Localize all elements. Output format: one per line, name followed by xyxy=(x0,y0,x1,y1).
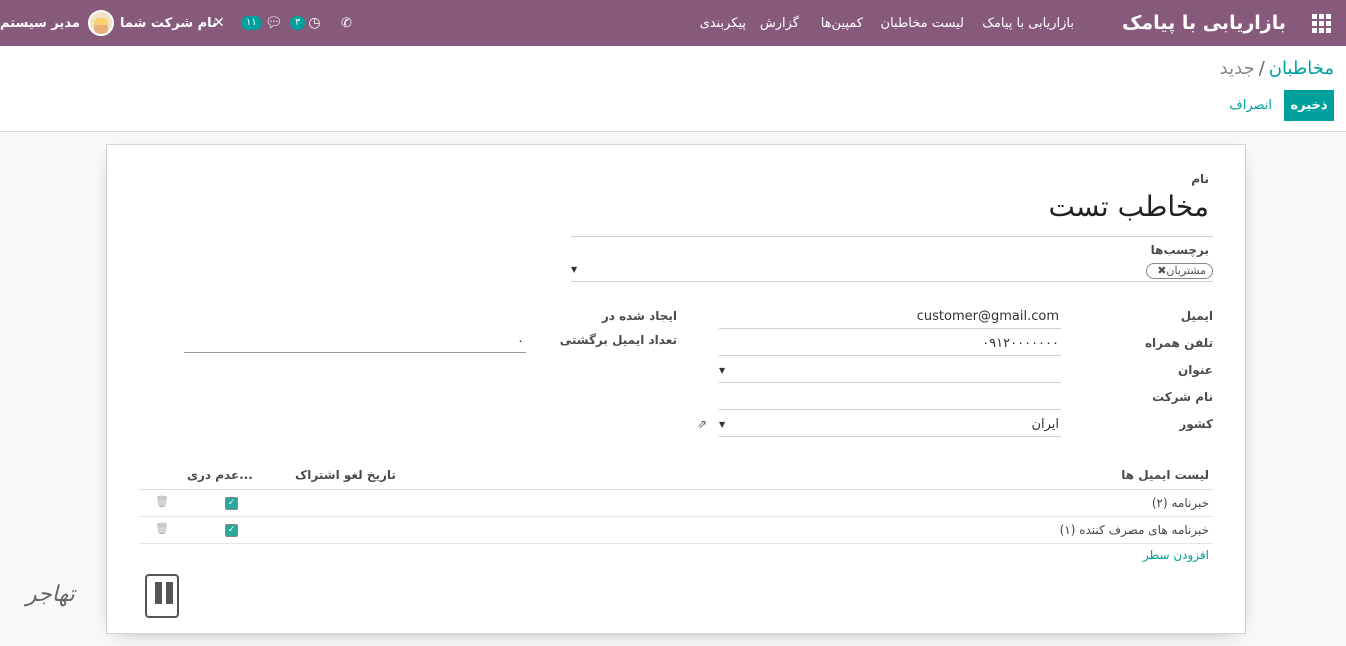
menu-contact-lists[interactable]: لیست مخاطبان xyxy=(881,0,964,46)
tools-icon[interactable]: ✕ xyxy=(213,0,225,46)
mailing-list-name: خبرنامه های مصرف کننده (۱) xyxy=(1059,523,1209,537)
mailing-lists-header: لیست ایمیل ها تاریخ لغو اشتراک عدم دری..… xyxy=(139,460,1213,490)
name-underline xyxy=(571,236,1213,237)
watermark-mark xyxy=(145,574,179,618)
country-select[interactable]: ▼ ایران xyxy=(719,412,1061,437)
bounce-label: تعداد ایمیل برگشتی xyxy=(559,333,677,347)
mailing-list-name: خبرنامه (۲) xyxy=(1151,496,1209,510)
tags-dropdown-icon[interactable]: ▼ xyxy=(571,265,577,274)
created-on-label: ایجاد شده در xyxy=(601,309,677,323)
table-row[interactable]: خبرنامه (۲) ✓ 🗑︎ xyxy=(139,490,1213,517)
form-sheet: نام مخاطب تست برچسب‌ها ✖مشتریان ▼ ایمیل … xyxy=(106,144,1246,634)
tags-label: برچسب‌ها xyxy=(1150,243,1209,257)
country-value: ایران xyxy=(1031,416,1059,432)
title-dropdown-icon[interactable]: ▼ xyxy=(719,366,725,375)
opt-out-checkbox[interactable]: ✓ xyxy=(225,524,238,537)
menu-reporting[interactable]: گزارش xyxy=(760,0,799,46)
top-navbar: بازاریابی با پیامک بازاریابی با پیامک لی… xyxy=(0,0,1346,46)
breadcrumb-parent[interactable]: مخاطبان xyxy=(1269,58,1334,79)
name-input[interactable]: مخاطب تست xyxy=(1048,190,1209,223)
menu-sms-marketing[interactable]: بازاریابی با پیامک xyxy=(982,0,1074,46)
control-panel: مخاطبان/جدید ذخیره انصراف xyxy=(0,46,1346,132)
external-link-icon[interactable]: ⇗ xyxy=(697,417,707,431)
messages-badge: ۱۱ xyxy=(241,16,262,30)
country-dropdown-icon[interactable]: ▼ xyxy=(719,420,725,429)
discard-button[interactable]: انصراف xyxy=(1229,90,1272,121)
name-label: نام xyxy=(1191,172,1209,186)
email-label: ایمیل xyxy=(1180,309,1213,323)
breadcrumb-separator: / xyxy=(1258,58,1265,79)
phone-icon[interactable]: ✆ xyxy=(341,0,352,46)
email-field[interactable]: customer@gmail.com xyxy=(719,304,1061,329)
chat-icon: 💬︎ xyxy=(264,15,283,31)
watermark-logo: تهاجر xyxy=(24,572,180,622)
header-mailing-list[interactable]: لیست ایمیل ها xyxy=(1121,468,1209,482)
tags-input[interactable] xyxy=(571,281,1213,282)
header-unsubscribe-date[interactable]: تاریخ لغو اشتراک xyxy=(295,468,396,482)
company-switcher[interactable]: نام شرکت شما xyxy=(120,0,217,46)
add-line-link[interactable]: افزودن سطر xyxy=(1143,548,1209,562)
menu-campaigns[interactable]: کمپین‌ها xyxy=(821,0,863,46)
mobile-field[interactable]: ۰۹۱۲۰۰۰۰۰۰۰ xyxy=(719,331,1061,356)
watermark-text: تهاجر xyxy=(26,582,75,607)
trash-icon[interactable]: 🗑︎ xyxy=(155,495,169,508)
app-brand[interactable]: بازاریابی با پیامک xyxy=(1122,0,1286,46)
opt-out-checkbox[interactable]: ✓ xyxy=(225,497,238,510)
table-row[interactable]: خبرنامه های مصرف کننده (۱) ✓ 🗑︎ xyxy=(139,517,1213,544)
activity-menu[interactable]: ۳ ◷ xyxy=(290,0,321,46)
header-opt-out[interactable]: عدم دری... xyxy=(187,468,253,482)
menu-configuration[interactable]: پیکربندی xyxy=(700,0,746,46)
apps-menu-icon[interactable] xyxy=(1312,0,1332,46)
breadcrumb-current: جدید xyxy=(1219,58,1255,79)
activities-badge: ۳ xyxy=(290,16,306,30)
user-menu[interactable]: مدیر سیستم xyxy=(0,0,114,46)
country-label: کشور xyxy=(1179,417,1213,431)
title-label: عنوان xyxy=(1178,363,1213,377)
company-label: نام شرکت xyxy=(1152,390,1213,404)
company-field[interactable] xyxy=(719,385,1061,410)
trash-icon[interactable]: 🗑︎ xyxy=(155,522,169,535)
title-select[interactable]: ▼ xyxy=(719,358,1061,383)
tag-pill[interactable]: ✖مشتریان xyxy=(1146,263,1213,279)
messaging-menu[interactable]: ۱۱ 💬︎ xyxy=(241,0,283,46)
breadcrumb: مخاطبان/جدید xyxy=(1220,58,1334,79)
bounce-field[interactable]: ۰ xyxy=(184,330,526,353)
user-name: مدیر سیستم xyxy=(0,15,80,31)
save-button[interactable]: ذخیره xyxy=(1284,90,1334,121)
mobile-label: تلفن همراه xyxy=(1144,336,1213,350)
tag-label: مشتریان xyxy=(1166,264,1206,277)
user-avatar xyxy=(87,10,114,36)
clock-icon: ◷ xyxy=(308,15,321,31)
